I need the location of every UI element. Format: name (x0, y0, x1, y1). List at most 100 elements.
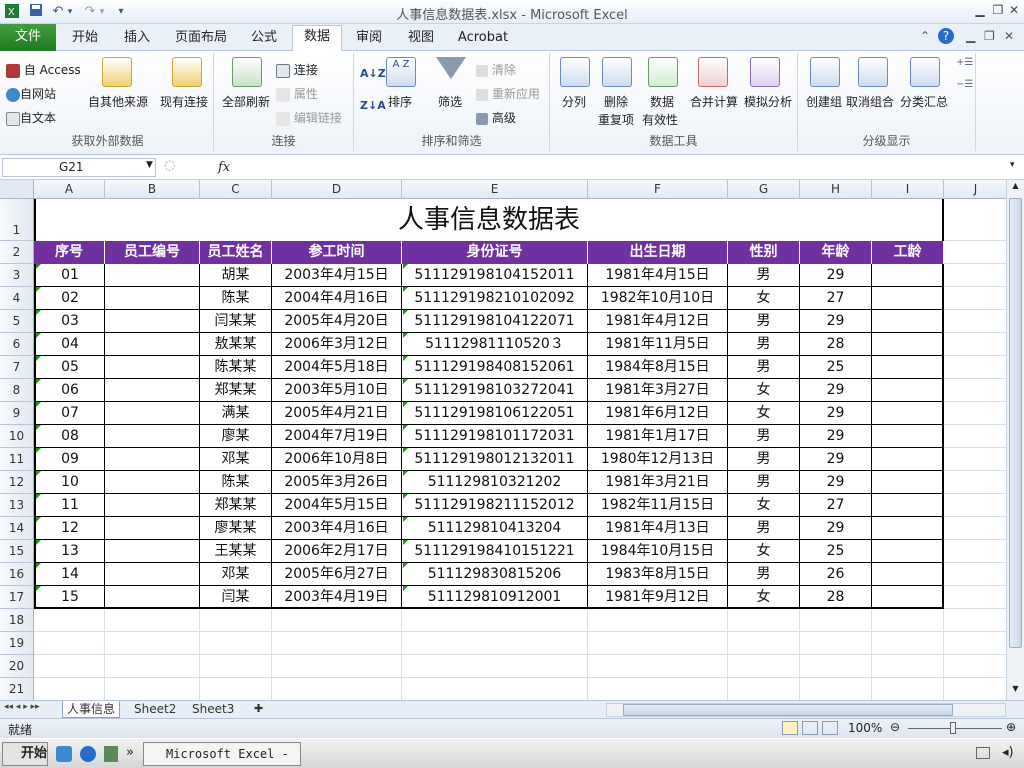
scroll-down-icon[interactable]: ▼ (1009, 684, 1022, 698)
table-cell[interactable] (105, 264, 200, 287)
table-cell[interactable]: 男 (728, 333, 800, 356)
close-icon[interactable]: ✕ (1006, 3, 1022, 17)
table-cell[interactable]: 2003年4月19日 (272, 586, 402, 609)
table-cell[interactable]: 12 (34, 517, 105, 540)
table-cell[interactable]: 男 (728, 563, 800, 586)
table-cell[interactable]: 1980年12月13日 (588, 448, 728, 471)
advanced-filter-button[interactable]: 高级 (476, 109, 516, 126)
sort-descending-icon[interactable]: Z↓A (360, 99, 386, 112)
table-cell[interactable]: 06 (34, 379, 105, 402)
start-button[interactable]: 开始 (2, 742, 48, 766)
table-cell[interactable]: 陈某某 (200, 356, 272, 379)
table-cell[interactable]: 26 (800, 563, 872, 586)
worksheet-grid[interactable]: ABCDEFGHIJ 1 2 3 4 5 6 7 8 9 10 11 12 13 14 15 16 17 18 19… (0, 180, 1008, 700)
column-header-G[interactable]: G (728, 180, 800, 199)
hide-detail-icon[interactable]: −☰ (956, 79, 973, 90)
row-header-18[interactable]: 18 (0, 609, 34, 632)
table-cell[interactable]: 2003年4月16日 (272, 517, 402, 540)
row-header-5[interactable]: 5 (0, 310, 34, 333)
table-cell[interactable]: 男 (728, 356, 800, 379)
column-header-C[interactable]: C (200, 180, 272, 199)
from-other-sources-button[interactable]: 自其他来源 (88, 93, 148, 110)
row-header-13[interactable]: 13 (0, 494, 34, 517)
tab-home[interactable]: 开始 (62, 27, 108, 51)
more-icon[interactable]: » (126, 745, 134, 760)
table-cell[interactable]: 陈某 (200, 287, 272, 310)
table-cell[interactable]: 01 (34, 264, 105, 287)
ie-icon[interactable] (80, 746, 96, 762)
table-cell[interactable]: 09 (34, 448, 105, 471)
column-header-E[interactable]: E (402, 180, 588, 199)
table-cell[interactable]: 郑某某 (200, 379, 272, 402)
table-cell[interactable] (872, 264, 944, 287)
table-cell[interactable] (872, 448, 944, 471)
table-cell[interactable]: 14 (34, 563, 105, 586)
tab-data[interactable]: 数据 (292, 25, 342, 52)
tab-formulas[interactable]: 公式 (240, 27, 288, 51)
table-header-cell[interactable]: 年龄 (800, 241, 872, 264)
table-cell[interactable]: 29 (800, 310, 872, 333)
vertical-scrollbar[interactable]: ▲ ▼ (1006, 180, 1024, 700)
table-cell[interactable]: 邓某 (200, 563, 272, 586)
table-cell[interactable]: 511129198103272041 (402, 379, 588, 402)
table-cell[interactable] (872, 356, 944, 379)
table-cell[interactable]: 男 (728, 425, 800, 448)
quicklaunch-icon-1[interactable] (56, 746, 72, 762)
table-cell[interactable] (105, 425, 200, 448)
table-cell[interactable]: 2006年10月8日 (272, 448, 402, 471)
table-cell[interactable] (105, 563, 200, 586)
row-header-14[interactable]: 14 (0, 517, 34, 540)
workbook-restore-icon[interactable]: ❐ (984, 29, 995, 43)
zoom-out-icon[interactable]: ⊖ (890, 720, 900, 734)
group-button[interactable]: 创建组 (806, 93, 842, 110)
table-cell[interactable] (872, 310, 944, 333)
table-cell[interactable]: 廖某 (200, 425, 272, 448)
table-cell[interactable]: 2006年2月17日 (272, 540, 402, 563)
table-cell[interactable]: 1981年6月12日 (588, 402, 728, 425)
subtotal-button[interactable]: 分类汇总 (900, 93, 948, 110)
row-header-8[interactable]: 8 (0, 379, 34, 402)
table-cell[interactable]: 05 (34, 356, 105, 379)
page-layout-view-icon[interactable] (802, 721, 818, 735)
table-cell[interactable] (872, 517, 944, 540)
table-cell[interactable]: 1981年4月15日 (588, 264, 728, 287)
tab-acrobat[interactable]: Acrobat (452, 27, 514, 51)
remove-duplicates-label2[interactable]: 重复项 (598, 111, 634, 128)
table-cell[interactable]: 男 (728, 264, 800, 287)
formula-input[interactable] (236, 158, 1006, 177)
table-cell[interactable]: 511129810912001 (402, 586, 588, 609)
scroll-thumb[interactable] (1009, 198, 1022, 648)
table-header-cell[interactable]: 员工编号 (105, 241, 200, 264)
table-cell[interactable] (105, 471, 200, 494)
table-cell[interactable]: 2005年3月26日 (272, 471, 402, 494)
table-cell[interactable]: 邓某 (200, 448, 272, 471)
volume-tray-icon[interactable]: ◂) (1002, 745, 1014, 760)
row-header-6[interactable]: 6 (0, 333, 34, 356)
table-header-cell[interactable]: 性别 (728, 241, 800, 264)
minimize-ribbon-icon[interactable]: ⌃ (920, 29, 930, 43)
table-cell[interactable]: 男 (728, 517, 800, 540)
table-header-cell[interactable]: 参工时间 (272, 241, 402, 264)
table-cell[interactable] (105, 379, 200, 402)
table-cell[interactable] (105, 540, 200, 563)
table-cell[interactable]: 2003年4月15日 (272, 264, 402, 287)
filter-button[interactable]: 筛选 (438, 93, 462, 110)
table-cell[interactable]: 男 (728, 471, 800, 494)
table-cell[interactable]: 男 (728, 448, 800, 471)
keyboard-tray-icon[interactable] (976, 747, 990, 759)
table-cell[interactable]: 女 (728, 287, 800, 310)
table-cell[interactable]: 2004年5月15日 (272, 494, 402, 517)
tab-page-layout[interactable]: 页面布局 (168, 27, 234, 51)
table-cell[interactable]: 女 (728, 379, 800, 402)
table-cell[interactable]: 2005年6月27日 (272, 563, 402, 586)
table-cell[interactable]: 15 (34, 586, 105, 609)
row-header-3[interactable]: 3 (0, 264, 34, 287)
sheet-tab-3[interactable]: Sheet3 (188, 701, 238, 718)
table-cell[interactable]: 28 (800, 586, 872, 609)
table-cell[interactable] (105, 402, 200, 425)
table-cell[interactable]: 27 (800, 494, 872, 517)
table-cell[interactable]: 29 (800, 402, 872, 425)
quicklaunch-icon-3[interactable] (104, 746, 118, 762)
row-header-1[interactable]: 1 (0, 199, 34, 241)
table-cell[interactable]: 满某 (200, 402, 272, 425)
